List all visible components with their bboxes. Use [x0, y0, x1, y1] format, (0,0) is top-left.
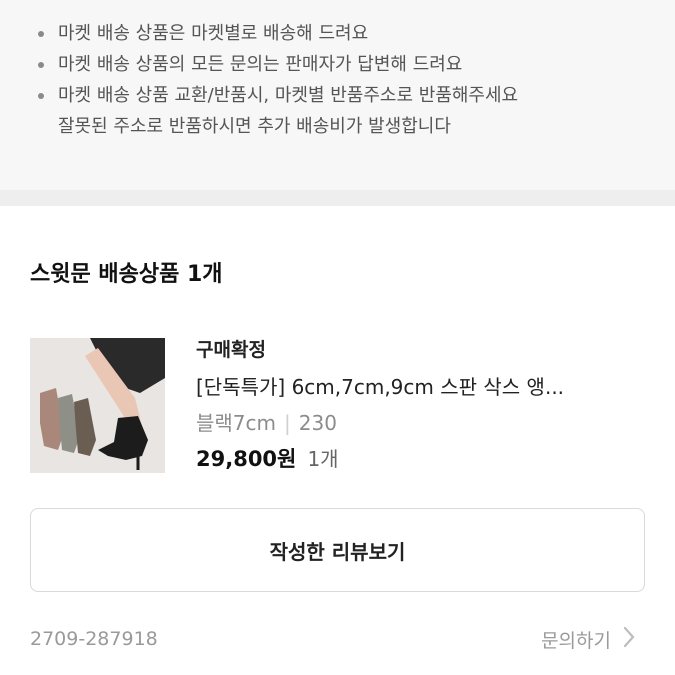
order-number: 2709-287918 [30, 628, 158, 650]
product-name[interactable]: [단독특가] 6cm,7cm,9cm 스판 삭스 앵... [196, 374, 564, 400]
bullet-icon [38, 31, 44, 37]
view-review-button[interactable]: 작성한 리뷰보기 [30, 508, 645, 592]
price-line: 29,800원 1개 [196, 446, 564, 474]
section-divider [0, 190, 675, 206]
notice-text: 마켓 배송 상품 교환/반품시, 마켓별 반품주소로 반품해주세요 [58, 85, 519, 106]
option-separator: | [284, 411, 291, 435]
notice-item: 마켓 배송 상품의 모든 문의는 판매자가 답변해 드려요 [38, 49, 518, 80]
product-quantity: 1개 [307, 447, 339, 471]
notice-panel: 마켓 배송 상품은 마켓별로 배송해 드려요 마켓 배송 상품의 모든 문의는 … [0, 0, 675, 190]
inquiry-label: 문의하기 [541, 630, 611, 652]
notice-list: 마켓 배송 상품은 마켓별로 배송해 드려요 마켓 배송 상품의 모든 문의는 … [38, 18, 518, 142]
product-option: 블랙7cm | 230 [196, 410, 564, 436]
notice-text: 마켓 배송 상품의 모든 문의는 판매자가 답변해 드려요 [58, 54, 463, 75]
product-info: 구매확정 [단독특가] 6cm,7cm,9cm 스판 삭스 앵... 블랙7cm… [196, 338, 564, 474]
option-size: 230 [298, 411, 337, 435]
notice-text: 마켓 배송 상품은 마켓별로 배송해 드려요 [58, 23, 369, 44]
chevron-right-icon [623, 626, 635, 653]
option-color: 블랙7cm [196, 411, 277, 435]
bullet-icon [38, 62, 44, 68]
product-price: 29,800원 [196, 447, 297, 471]
section-title: 스윗문 배송상품 1개 [30, 262, 223, 287]
product-image[interactable] [30, 338, 165, 473]
product-item[interactable]: 구매확정 [단독특가] 6cm,7cm,9cm 스판 삭스 앵... 블랙7cm… [30, 338, 645, 478]
notice-item: 마켓 배송 상품은 마켓별로 배송해 드려요 [38, 18, 518, 49]
order-status: 구매확정 [196, 339, 266, 361]
notice-item: 마켓 배송 상품 교환/반품시, 마켓별 반품주소로 반품해주세요 잘못된 주소… [38, 80, 518, 142]
notice-text-continued: 잘못된 주소로 반품하시면 추가 배송비가 발생합니다 [58, 116, 451, 137]
bullet-icon [38, 93, 44, 99]
inquiry-link[interactable]: 문의하기 [541, 626, 635, 653]
